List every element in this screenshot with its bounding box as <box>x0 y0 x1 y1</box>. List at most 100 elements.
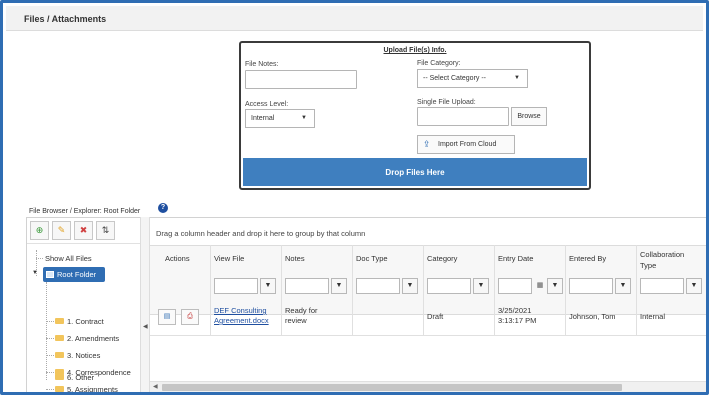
tree-line <box>46 372 54 373</box>
filter-entered-by-input[interactable] <box>569 278 613 294</box>
group-by-hint: Drag a column header and drop it here to… <box>156 229 366 238</box>
add-icon[interactable]: ⊕ <box>30 221 49 240</box>
filter-icon[interactable]: ▼ <box>473 278 489 294</box>
column-divider <box>352 245 353 335</box>
column-header-collab-line2: Type <box>640 261 657 270</box>
view-file-link[interactable]: DEF Consulting Agreement.docx <box>214 306 269 326</box>
import-from-cloud-button[interactable]: ⇪ Import From Cloud <box>417 135 515 154</box>
tree-line <box>46 355 54 356</box>
entry-date-cell: 3/25/2021 3:13:17 PM <box>498 306 536 326</box>
filter-collab-type-input[interactable] <box>640 278 684 294</box>
filter-icon[interactable]: ▼ <box>686 278 702 294</box>
horizontal-scrollbar[interactable]: ◀ <box>150 381 706 392</box>
upload-panel: Upload File(s) Info. File Notes: File Ca… <box>239 41 591 190</box>
collapse-left-icon[interactable]: ◀ <box>143 323 148 330</box>
tree-folder-other[interactable]: 6. Other <box>55 373 94 382</box>
folder-tree-panel: ⊕ ✎ ✖ ⇅ Show All Files ▼ Root Folder 1. … <box>26 217 144 394</box>
column-header-view-file[interactable]: View File <box>214 254 244 263</box>
browse-button[interactable]: Browse <box>511 107 547 126</box>
access-level-select[interactable]: Internal ▼ <box>245 109 315 128</box>
folder-label: 3. Notices <box>67 351 101 360</box>
sort-icon[interactable]: ⇅ <box>96 221 115 240</box>
chevron-down-icon: ▼ <box>301 115 307 121</box>
column-header-entered-by[interactable]: Entered By <box>569 254 606 263</box>
column-divider <box>494 245 495 335</box>
file-category-value: -- Select Category -- <box>423 75 487 82</box>
entry-date-line1: 3/25/2021 <box>498 306 532 315</box>
column-header-collaboration-type[interactable]: Collaboration Type <box>640 249 684 271</box>
tree-divider <box>27 243 143 244</box>
drop-files-zone[interactable]: Drop Files Here <box>243 158 587 186</box>
upload-cloud-icon: ⇪ <box>423 139 431 149</box>
folder-icon <box>46 271 54 278</box>
folder-icon <box>55 318 64 324</box>
filter-doc-type-input[interactable] <box>356 278 400 294</box>
filter-icon[interactable]: ▼ <box>402 278 418 294</box>
page-title: Files / Attachments <box>6 6 703 31</box>
tree-line <box>46 321 54 322</box>
view-file-line2: Agreement.docx <box>214 316 269 325</box>
panel-splitter[interactable]: ◀ <box>140 217 150 392</box>
column-header-entry-date[interactable]: Entry Date <box>498 254 533 263</box>
calendar-icon[interactable]: ▦ <box>534 279 546 293</box>
delete-icon[interactable]: ✖ <box>74 221 93 240</box>
scroll-left-icon[interactable]: ◀ <box>153 383 158 390</box>
filter-icon[interactable]: ▼ <box>615 278 631 294</box>
tree-line <box>46 338 54 339</box>
column-divider <box>281 245 282 335</box>
file-notes-input[interactable] <box>245 70 357 89</box>
files-grid: Drag a column header and drop it here to… <box>150 217 706 392</box>
download-icon[interactable]: ⎙ <box>181 309 199 325</box>
folder-icon <box>55 374 64 380</box>
folder-label: 5. Assignments <box>67 385 118 394</box>
tree-line <box>36 258 43 259</box>
notes-line1: Ready for <box>285 306 318 315</box>
folder-icon <box>55 386 64 392</box>
column-header-doc-type[interactable]: Doc Type <box>356 254 388 263</box>
notes-cell: Ready for review <box>285 306 318 326</box>
question-icon[interactable]: ? <box>158 203 168 213</box>
root-folder-item[interactable]: Root Folder <box>43 267 105 282</box>
filter-icon[interactable]: ▼ <box>260 278 276 294</box>
scrollbar-thumb[interactable] <box>162 384 622 391</box>
file-category-select[interactable]: -- Select Category -- ▼ <box>417 69 528 88</box>
column-header-notes[interactable]: Notes <box>285 254 305 263</box>
column-divider <box>210 245 211 335</box>
row-divider <box>150 335 706 336</box>
column-header-collab-line1: Collaboration <box>640 250 685 259</box>
tree-folder-assignments[interactable]: 5. Assignments <box>55 385 118 394</box>
edit-icon[interactable]: ✎ <box>52 221 71 240</box>
single-file-input[interactable] <box>417 107 509 126</box>
filter-icon[interactable]: ▼ <box>331 278 347 294</box>
filter-view-file-input[interactable] <box>214 278 258 294</box>
filter-icon[interactable]: ▼ <box>547 278 563 294</box>
column-header-actions[interactable]: Actions <box>165 254 190 263</box>
show-all-files-item[interactable]: Show All Files <box>45 254 92 263</box>
folder-icon <box>55 352 64 358</box>
root-folder-label: Root Folder <box>57 270 97 279</box>
access-level-label: Access Level: <box>245 101 289 108</box>
column-header-category[interactable]: Category <box>427 254 457 263</box>
view-file-line1: DEF Consulting <box>214 306 267 315</box>
upload-title: Upload File(s) Info. <box>383 47 447 54</box>
view-details-icon[interactable]: ▤ <box>158 309 176 325</box>
file-category-label: File Category: <box>417 60 461 67</box>
expand-arrow-icon[interactable]: ▼ <box>32 270 38 276</box>
column-divider <box>565 245 566 335</box>
access-level-value: Internal <box>251 115 275 122</box>
tree-folder-contract[interactable]: 1. Contract <box>55 317 104 326</box>
folder-label: 2. Amendments <box>67 334 120 343</box>
window-frame: Files / Attachments Upload File(s) Info.… <box>0 0 709 395</box>
filter-entry-date-input[interactable] <box>498 278 532 294</box>
explorer-label: File Browser / Explorer: Root Folder <box>29 208 141 215</box>
tree-folder-notices[interactable]: 3. Notices <box>55 351 100 360</box>
filter-notes-input[interactable] <box>285 278 329 294</box>
tree-folder-amendments[interactable]: 2. Amendments <box>55 334 119 343</box>
chevron-down-icon: ▼ <box>514 75 520 81</box>
single-upload-label: Single File Upload: <box>417 99 476 106</box>
folder-label: 6. Other <box>67 373 95 382</box>
folder-label: 1. Contract <box>67 317 104 326</box>
filter-category-input[interactable] <box>427 278 471 294</box>
column-divider <box>636 245 637 335</box>
category-cell: Draft <box>427 312 444 321</box>
